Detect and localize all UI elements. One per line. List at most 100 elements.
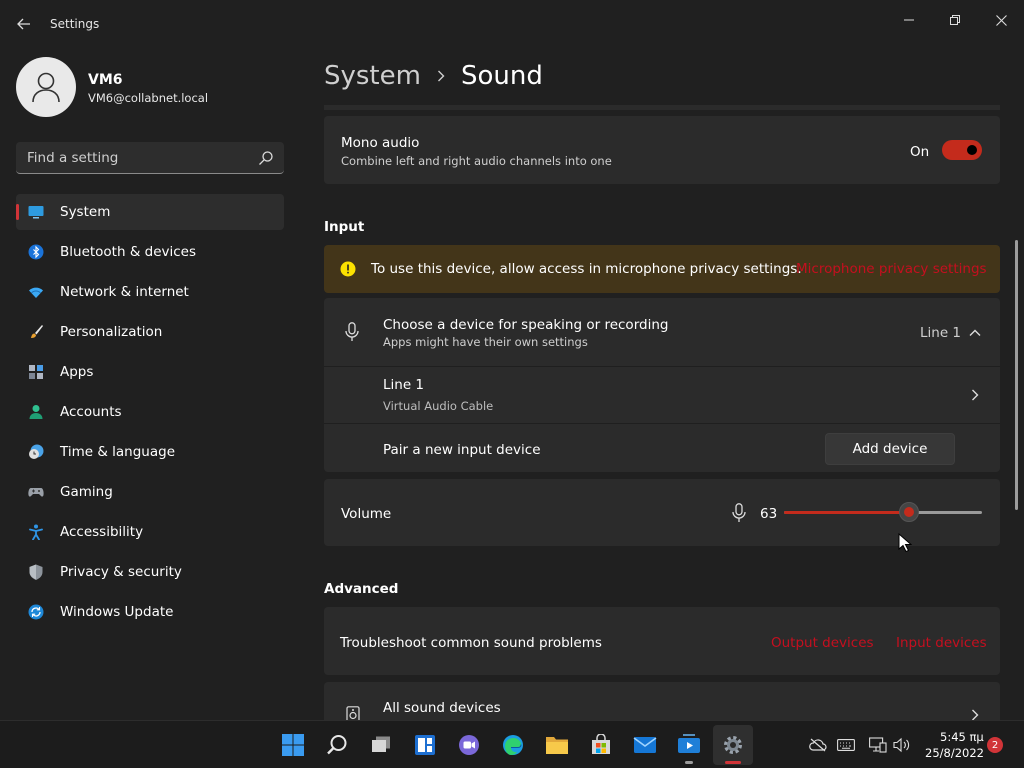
breadcrumb-separator	[421, 70, 461, 82]
mail-button[interactable]	[625, 725, 665, 765]
microphone-icon[interactable]	[730, 503, 748, 523]
sidebar-item-apps[interactable]: Apps	[16, 354, 284, 390]
network-tray-button[interactable]	[868, 735, 888, 755]
start-button[interactable]	[273, 725, 313, 765]
chat-button[interactable]	[449, 725, 489, 765]
sidebar-item-gaming[interactable]: Gaming	[16, 474, 284, 510]
update-icon	[28, 604, 44, 620]
sidebar-item-accounts[interactable]: Accounts	[16, 394, 284, 430]
search-input[interactable]	[16, 142, 252, 173]
top-divider	[324, 105, 1000, 110]
wifi-icon	[29, 287, 43, 298]
warning-text: To use this device, allow access in micr…	[371, 261, 802, 277]
sidebar-item-label: Windows Update	[60, 604, 174, 620]
slider-fill	[784, 511, 909, 514]
pair-device-label: Pair a new input device	[383, 442, 541, 458]
app-title: Settings	[50, 17, 100, 31]
search-icon[interactable]	[258, 150, 274, 166]
user-email: VM6@collabnet.local	[88, 91, 209, 105]
shield-icon	[29, 564, 43, 580]
input-device-group: Choose a device for speaking or recordin…	[324, 298, 1000, 472]
edge-button[interactable]	[493, 725, 533, 765]
mail-icon	[633, 737, 657, 753]
microphone-privacy-link[interactable]: Microphone privacy settings	[796, 261, 987, 277]
task-view-button[interactable]	[361, 725, 401, 765]
search-icon	[327, 735, 347, 755]
speaker-icon	[893, 737, 910, 753]
close-button[interactable]	[978, 4, 1024, 36]
taskbar-search-button[interactable]	[317, 725, 357, 765]
device-line-1-row[interactable]: Line 1 Virtual Audio Cable	[324, 367, 1000, 423]
back-arrow-icon	[17, 18, 30, 30]
person-icon	[29, 405, 43, 419]
file-explorer-button[interactable]	[537, 725, 577, 765]
troubleshoot-label: Troubleshoot common sound problems	[340, 635, 602, 651]
user-name: VM6	[88, 72, 123, 88]
bluetooth-icon	[28, 244, 44, 260]
sidebar-item-network[interactable]: Network & internet	[16, 274, 284, 310]
selected-device-value: Line 1	[920, 325, 962, 341]
mouse-cursor-icon	[898, 533, 912, 553]
store-button[interactable]	[581, 725, 621, 765]
mono-audio-toggle[interactable]	[942, 140, 982, 160]
task-view-icon	[372, 736, 390, 752]
sidebar-item-privacy-security[interactable]: Privacy & security	[16, 554, 284, 590]
breadcrumb-parent[interactable]: System	[324, 61, 421, 91]
taskbar: 5:45 πμ 25/8/2022 2	[0, 720, 1024, 768]
settings-taskbar-button[interactable]	[713, 725, 753, 765]
restore-icon	[950, 15, 960, 25]
sidebar-item-bluetooth[interactable]: Bluetooth & devices	[16, 234, 284, 270]
sidebar-item-label: Time & language	[60, 444, 176, 460]
sidebar-item-system[interactable]: System	[16, 194, 284, 230]
main-scrollbar[interactable]	[1015, 240, 1018, 510]
volume-value: 63	[760, 506, 778, 522]
accessibility-icon	[29, 524, 43, 540]
breadcrumb: System Sound	[324, 58, 543, 94]
minimize-icon	[904, 19, 914, 21]
notification-badge[interactable]: 2	[987, 737, 1003, 753]
apps-icon	[29, 365, 43, 379]
all-sound-devices-row[interactable]: All sound devices	[324, 682, 1000, 720]
warning-icon	[340, 261, 356, 277]
volume-label: Volume	[341, 506, 392, 522]
sidebar-item-label: Accessibility	[60, 524, 144, 540]
sidebar-item-label: Accounts	[60, 404, 122, 420]
volume-tray-button[interactable]	[892, 735, 912, 755]
sidebar-item-label: Bluetooth & devices	[60, 244, 197, 260]
main-content: System Sound Mono audio Combine left and…	[300, 48, 1024, 720]
sidebar-item-personalization[interactable]: Personalization	[16, 314, 284, 350]
settings-gear-icon	[724, 736, 742, 754]
minimize-button[interactable]	[886, 4, 932, 36]
slider-thumb[interactable]	[899, 502, 919, 522]
chevron-right-icon	[972, 389, 979, 401]
cloud-offline-icon	[809, 738, 827, 752]
keyboard-icon	[837, 739, 855, 751]
sidebar-item-time-language[interactable]: Time & language	[16, 434, 284, 470]
user-icon	[32, 72, 60, 103]
sidebar-item-accessibility[interactable]: Accessibility	[16, 514, 284, 550]
sidebar: VM6 VM6@collabnet.local System Bluetooth…	[0, 48, 300, 720]
mono-audio-subtitle: Combine left and right audio channels in…	[341, 154, 612, 168]
volume-slider[interactable]	[784, 502, 982, 522]
media-player-button[interactable]	[669, 725, 709, 765]
chevron-up-icon[interactable]	[968, 326, 982, 340]
active-indicator	[725, 761, 741, 764]
sidebar-item-label: System	[60, 204, 111, 220]
restore-button[interactable]	[932, 4, 978, 36]
output-devices-link[interactable]: Output devices	[771, 635, 874, 651]
choose-device-row[interactable]: Choose a device for speaking or recordin…	[324, 298, 1000, 366]
keyboard-tray-button[interactable]	[836, 735, 856, 755]
avatar[interactable]	[16, 57, 76, 117]
clock-globe-icon	[29, 444, 44, 459]
media-player-icon	[678, 734, 700, 753]
choose-device-title: Choose a device for speaking or recordin…	[383, 317, 669, 333]
input-devices-link[interactable]: Input devices	[896, 635, 987, 651]
sidebar-item-windows-update[interactable]: Windows Update	[16, 594, 284, 630]
sidebar-item-label: Gaming	[60, 484, 113, 500]
back-button[interactable]	[10, 12, 38, 36]
add-device-button[interactable]: Add device	[825, 433, 955, 465]
widgets-button[interactable]	[405, 725, 445, 765]
onedrive-tray-button[interactable]	[808, 735, 828, 755]
advanced-heading: Advanced	[324, 581, 399, 597]
mono-audio-title: Mono audio	[341, 135, 420, 151]
